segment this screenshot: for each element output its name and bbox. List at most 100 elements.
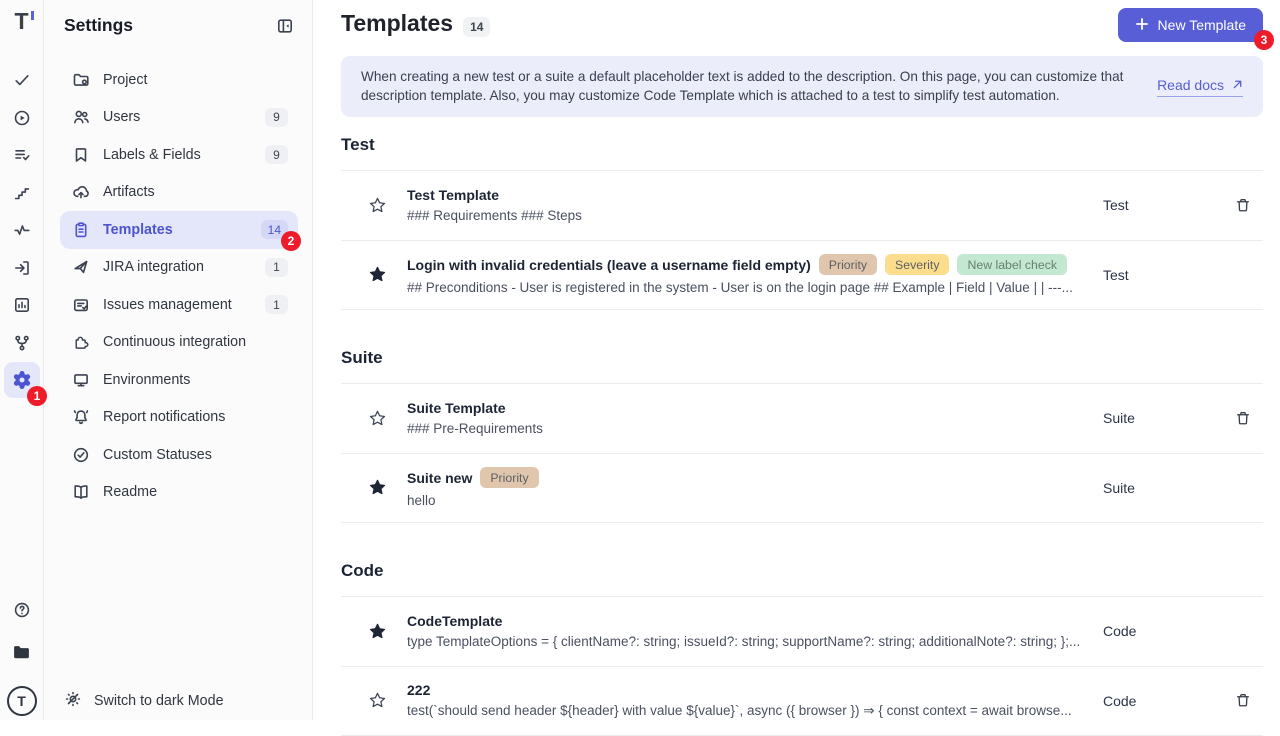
annotation-marker-2: 2 xyxy=(281,231,301,251)
folder-cog-icon xyxy=(72,71,90,89)
star-filled-icon[interactable] xyxy=(366,622,388,641)
template-row[interactable]: Suite Template ### Pre-Requirements Suit… xyxy=(341,384,1263,454)
trash-icon[interactable] xyxy=(1223,410,1263,427)
bell-icon xyxy=(72,408,90,426)
section-title: Code xyxy=(341,561,1263,597)
sidebar-item-templates[interactable]: Templates 14 xyxy=(60,211,298,249)
star-filled-icon[interactable] xyxy=(366,265,388,284)
tests-check-icon[interactable] xyxy=(4,62,40,98)
template-title: CodeTemplate xyxy=(407,613,502,629)
read-docs-link[interactable]: Read docs xyxy=(1157,77,1243,97)
section-title: Test xyxy=(341,135,1263,171)
sidebar-item-custom-statuses[interactable]: Custom Statuses xyxy=(60,436,298,474)
page-header: Templates 14 New Template xyxy=(341,10,1263,42)
sidebar-item-artifacts[interactable]: Artifacts xyxy=(60,174,298,212)
jira-icon xyxy=(72,258,90,276)
template-title: Suite Template xyxy=(407,400,506,416)
users-icon xyxy=(72,108,90,126)
star-outline-icon[interactable] xyxy=(366,196,388,215)
template-description: type TemplateOptions = { clientName?: st… xyxy=(407,634,1087,649)
template-description: ### Pre-Requirements xyxy=(407,421,1087,436)
clipboard-icon xyxy=(72,221,90,239)
count-badge: 1 xyxy=(265,258,288,277)
template-row[interactable]: 222 test(`should send header ${header} w… xyxy=(341,667,1263,736)
template-row[interactable]: Test Template ### Requirements ### Steps… xyxy=(341,171,1263,241)
template-description: ## Preconditions - User is registered in… xyxy=(407,280,1087,295)
app-logo[interactable]: T xyxy=(9,8,35,34)
template-type: Suite xyxy=(1103,410,1223,426)
template-row[interactable]: CodeTemplate type TemplateOptions = { cl… xyxy=(341,597,1263,667)
annotation-marker-1: 1 xyxy=(27,386,47,406)
template-description: test(`should send header ${header} with … xyxy=(407,703,1087,719)
sidebar-item-continuous-integration[interactable]: Continuous integration xyxy=(60,324,298,362)
template-title: Login with invalid credentials (leave a … xyxy=(407,257,811,273)
steps-icon[interactable] xyxy=(4,175,40,211)
count-badge: 1 xyxy=(265,295,288,314)
import-icon[interactable] xyxy=(4,250,40,286)
label-chip: New label check xyxy=(957,254,1067,275)
template-title: 222 xyxy=(407,682,430,698)
template-description: ### Requirements ### Steps xyxy=(407,208,1087,223)
template-type: Suite xyxy=(1103,480,1223,496)
template-title: Suite new xyxy=(407,470,472,486)
sidebar-item-environments[interactable]: Environments xyxy=(60,361,298,399)
dark-mode-toggle[interactable]: Switch to dark Mode xyxy=(44,690,312,720)
rail-bottom: T xyxy=(7,601,37,720)
sidebar-header: Settings xyxy=(44,0,312,36)
label-chip: Severity xyxy=(885,254,949,275)
settings-menu: Project Users 9 Labels & Fields 9 Artifa… xyxy=(44,36,312,511)
dark-mode-label: Switch to dark Mode xyxy=(94,693,224,709)
label-chip: Priority xyxy=(480,467,538,488)
template-section: Test Test Template ### Requirements ### … xyxy=(341,135,1263,310)
runs-play-icon[interactable] xyxy=(4,100,40,136)
read-docs-label: Read docs xyxy=(1157,77,1224,93)
sidebar-item-users[interactable]: Users 9 xyxy=(60,99,298,137)
template-section: Suite Suite Template ### Pre-Requirement… xyxy=(341,348,1263,523)
templates-count-badge: 14 xyxy=(463,17,490,37)
trash-icon[interactable] xyxy=(1223,692,1263,709)
template-type: Test xyxy=(1103,267,1223,283)
account-logo-icon[interactable]: T xyxy=(7,686,37,716)
projects-folder-icon[interactable] xyxy=(12,643,31,667)
section-title: Suite xyxy=(341,348,1263,384)
branches-icon[interactable] xyxy=(4,325,40,361)
template-type: Test xyxy=(1103,197,1223,213)
page-title: Templates xyxy=(341,10,453,37)
sidebar-item-jira-integration[interactable]: JIRA integration 1 xyxy=(60,249,298,287)
template-type: Code xyxy=(1103,693,1223,709)
issues-card-icon xyxy=(72,296,90,314)
star-outline-icon[interactable] xyxy=(366,691,388,710)
sidebar-item-issues-management[interactable]: Issues management 1 xyxy=(60,286,298,324)
sidebar-item-project[interactable]: Project xyxy=(60,61,298,99)
trash-icon[interactable] xyxy=(1223,197,1263,214)
template-row[interactable]: Suite new Priority hello Suite xyxy=(341,454,1263,524)
count-badge: 9 xyxy=(265,145,288,164)
plans-list-icon[interactable] xyxy=(4,137,40,173)
template-type: Code xyxy=(1103,623,1223,639)
analytics-chart-icon[interactable] xyxy=(4,287,40,323)
panel-collapse-icon[interactable] xyxy=(276,17,294,35)
sidebar-item-labels-fields[interactable]: Labels & Fields 9 xyxy=(60,136,298,174)
sun-icon xyxy=(64,690,82,712)
sidebar-item-readme[interactable]: Readme xyxy=(60,474,298,512)
count-badge: 9 xyxy=(265,108,288,127)
settings-sidebar: Settings Project Users 9 Labels & Fields… xyxy=(44,0,313,720)
templates-page: Templates 14 New Template When creating … xyxy=(313,0,1280,720)
activity-pulse-icon[interactable] xyxy=(4,212,40,248)
new-template-button[interactable]: New Template xyxy=(1118,8,1263,42)
rail-nav xyxy=(4,62,40,398)
banner-text: When creating a new test or a suite a de… xyxy=(361,68,1139,105)
monitor-icon xyxy=(72,371,90,389)
help-icon[interactable] xyxy=(13,601,31,624)
sidebar-item-report-notifications[interactable]: Report notifications xyxy=(60,399,298,437)
info-banner: When creating a new test or a suite a de… xyxy=(341,56,1263,117)
label-chip: Priority xyxy=(819,254,877,275)
star-outline-icon[interactable] xyxy=(366,409,388,428)
external-arrow-icon xyxy=(1232,77,1243,93)
star-filled-icon[interactable] xyxy=(366,478,388,497)
annotation-marker-3: 3 xyxy=(1254,30,1274,50)
template-description: hello xyxy=(407,493,1087,508)
new-template-label: New Template xyxy=(1158,17,1246,33)
template-row[interactable]: Login with invalid credentials (leave a … xyxy=(341,241,1263,311)
template-sections: Test Test Template ### Requirements ### … xyxy=(341,117,1263,736)
